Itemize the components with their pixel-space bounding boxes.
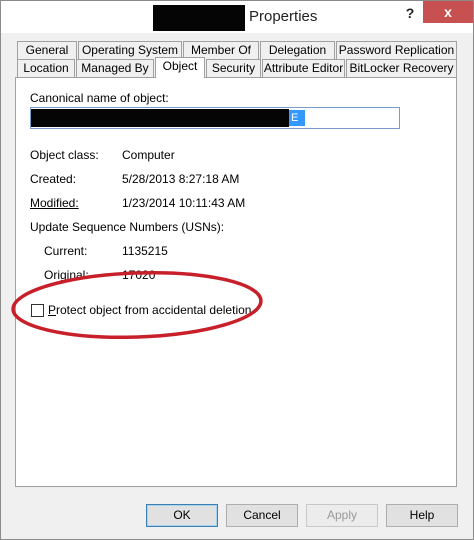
object-class-value: Computer: [122, 148, 175, 162]
usn-current-label: Current:: [44, 244, 88, 258]
usn-label: Update Sequence Numbers (USNs):: [30, 220, 225, 234]
tab-attribute-editor[interactable]: Attribute Editor: [262, 59, 345, 77]
tab-bitlocker-recovery[interactable]: BitLocker Recovery: [346, 59, 457, 77]
title-bar: Properties ? x: [1, 1, 473, 33]
protect-object-checkbox[interactable]: [31, 304, 44, 317]
ok-button[interactable]: OK: [146, 504, 218, 527]
created-label: Created:: [30, 172, 77, 186]
apply-button[interactable]: Apply: [306, 504, 378, 527]
protect-object-label[interactable]: Protect object from accidental deletion: [48, 303, 251, 317]
protect-object-label-text: rotect object from accidental deletion: [56, 303, 252, 317]
help-icon[interactable]: ?: [399, 3, 421, 23]
window-title: Properties: [249, 8, 318, 25]
tab-location[interactable]: Location: [17, 59, 75, 77]
modified-label: Modified:: [30, 196, 79, 210]
tab-general[interactable]: General: [17, 41, 77, 59]
usn-original-value: 17020: [122, 268, 156, 282]
tab-password-replication[interactable]: Password Replication: [336, 41, 457, 59]
close-icon[interactable]: x: [423, 1, 473, 23]
created-value: 5/28/2013 8:27:18 AM: [122, 172, 240, 186]
usn-original-label: Original:: [44, 268, 89, 282]
tab-security[interactable]: Security: [206, 59, 261, 77]
object-class-label: Object class:: [30, 148, 99, 162]
tab-object[interactable]: Object: [155, 57, 205, 78]
usn-current-value: 1135215: [122, 244, 168, 258]
object-tab-panel: Canonical name of object: E Object class…: [15, 77, 457, 487]
properties-dialog: Properties ? x General Operating System …: [0, 0, 474, 540]
protect-object-mnemonic: P: [48, 303, 57, 317]
tab-managed-by[interactable]: Managed By: [76, 59, 154, 77]
modified-value: 1/23/2014 10:11:43 AM: [122, 196, 246, 210]
canonical-name-field[interactable]: E: [30, 107, 400, 129]
cancel-button[interactable]: Cancel: [226, 504, 298, 527]
redacted-computer-name: [153, 5, 245, 31]
redacted-canonical-name: [31, 109, 289, 127]
canonical-name-selected-text: E: [289, 110, 305, 126]
canonical-name-label: Canonical name of object:: [30, 91, 169, 105]
tab-delegation[interactable]: Delegation: [260, 41, 335, 59]
help-button[interactable]: Help: [386, 504, 458, 527]
